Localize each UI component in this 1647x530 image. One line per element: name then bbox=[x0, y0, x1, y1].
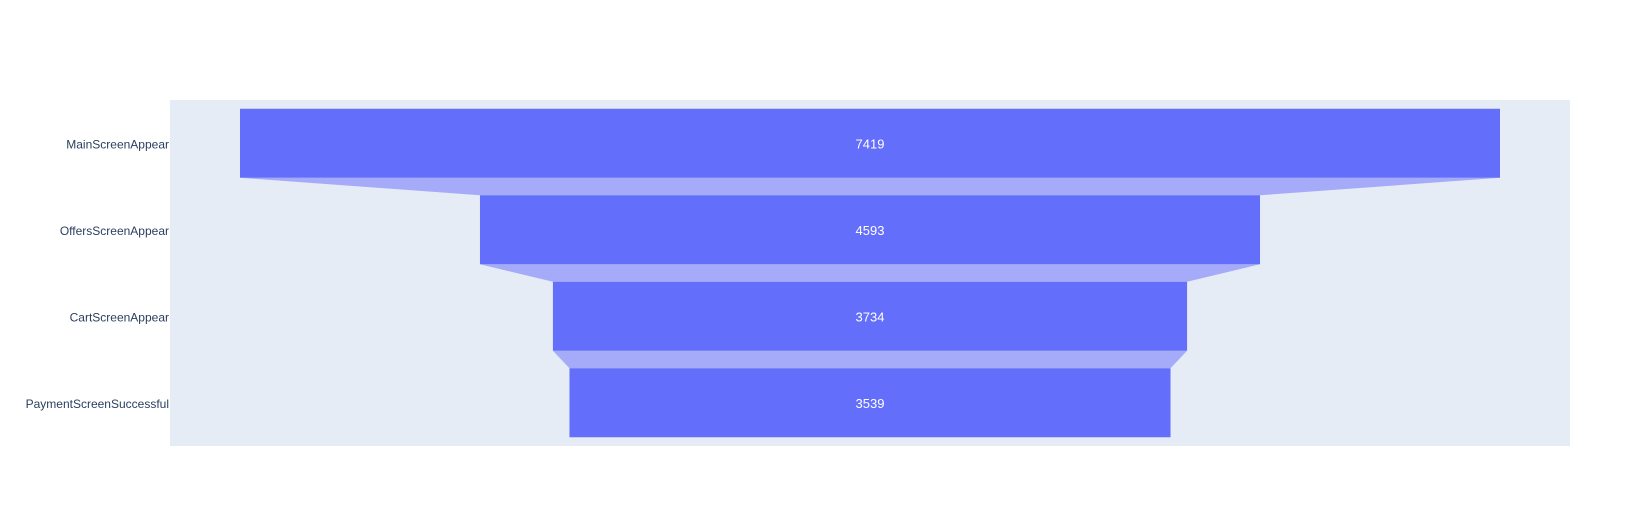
funnel-value-label: 3539 bbox=[856, 396, 885, 411]
y-axis-tick-label: MainScreenAppear bbox=[66, 137, 169, 151]
funnel-chart: 7419 4593 3734 3539 MainScreenAppear OffersS… bbox=[0, 0, 1647, 525]
y-axis-tick-label: PaymentScreenSuccessful bbox=[26, 397, 169, 411]
funnel-value-label: 4593 bbox=[856, 223, 885, 238]
funnel-connector bbox=[479, 264, 1261, 282]
y-axis-tick-label: CartScreenAppear bbox=[70, 310, 169, 324]
y-axis-tick-labels: MainScreenAppear OffersScreenAppear CartSc… bbox=[26, 137, 169, 411]
funnel-value-label: 3734 bbox=[856, 309, 885, 324]
funnel-value-label: 7419 bbox=[856, 136, 885, 151]
funnel-chart-svg: 7419 4593 3734 3539 MainScreenAppear OffersS… bbox=[26, 100, 1570, 446]
funnel-connector bbox=[552, 350, 1188, 369]
y-axis-tick-label: OffersScreenAppear bbox=[60, 224, 169, 238]
